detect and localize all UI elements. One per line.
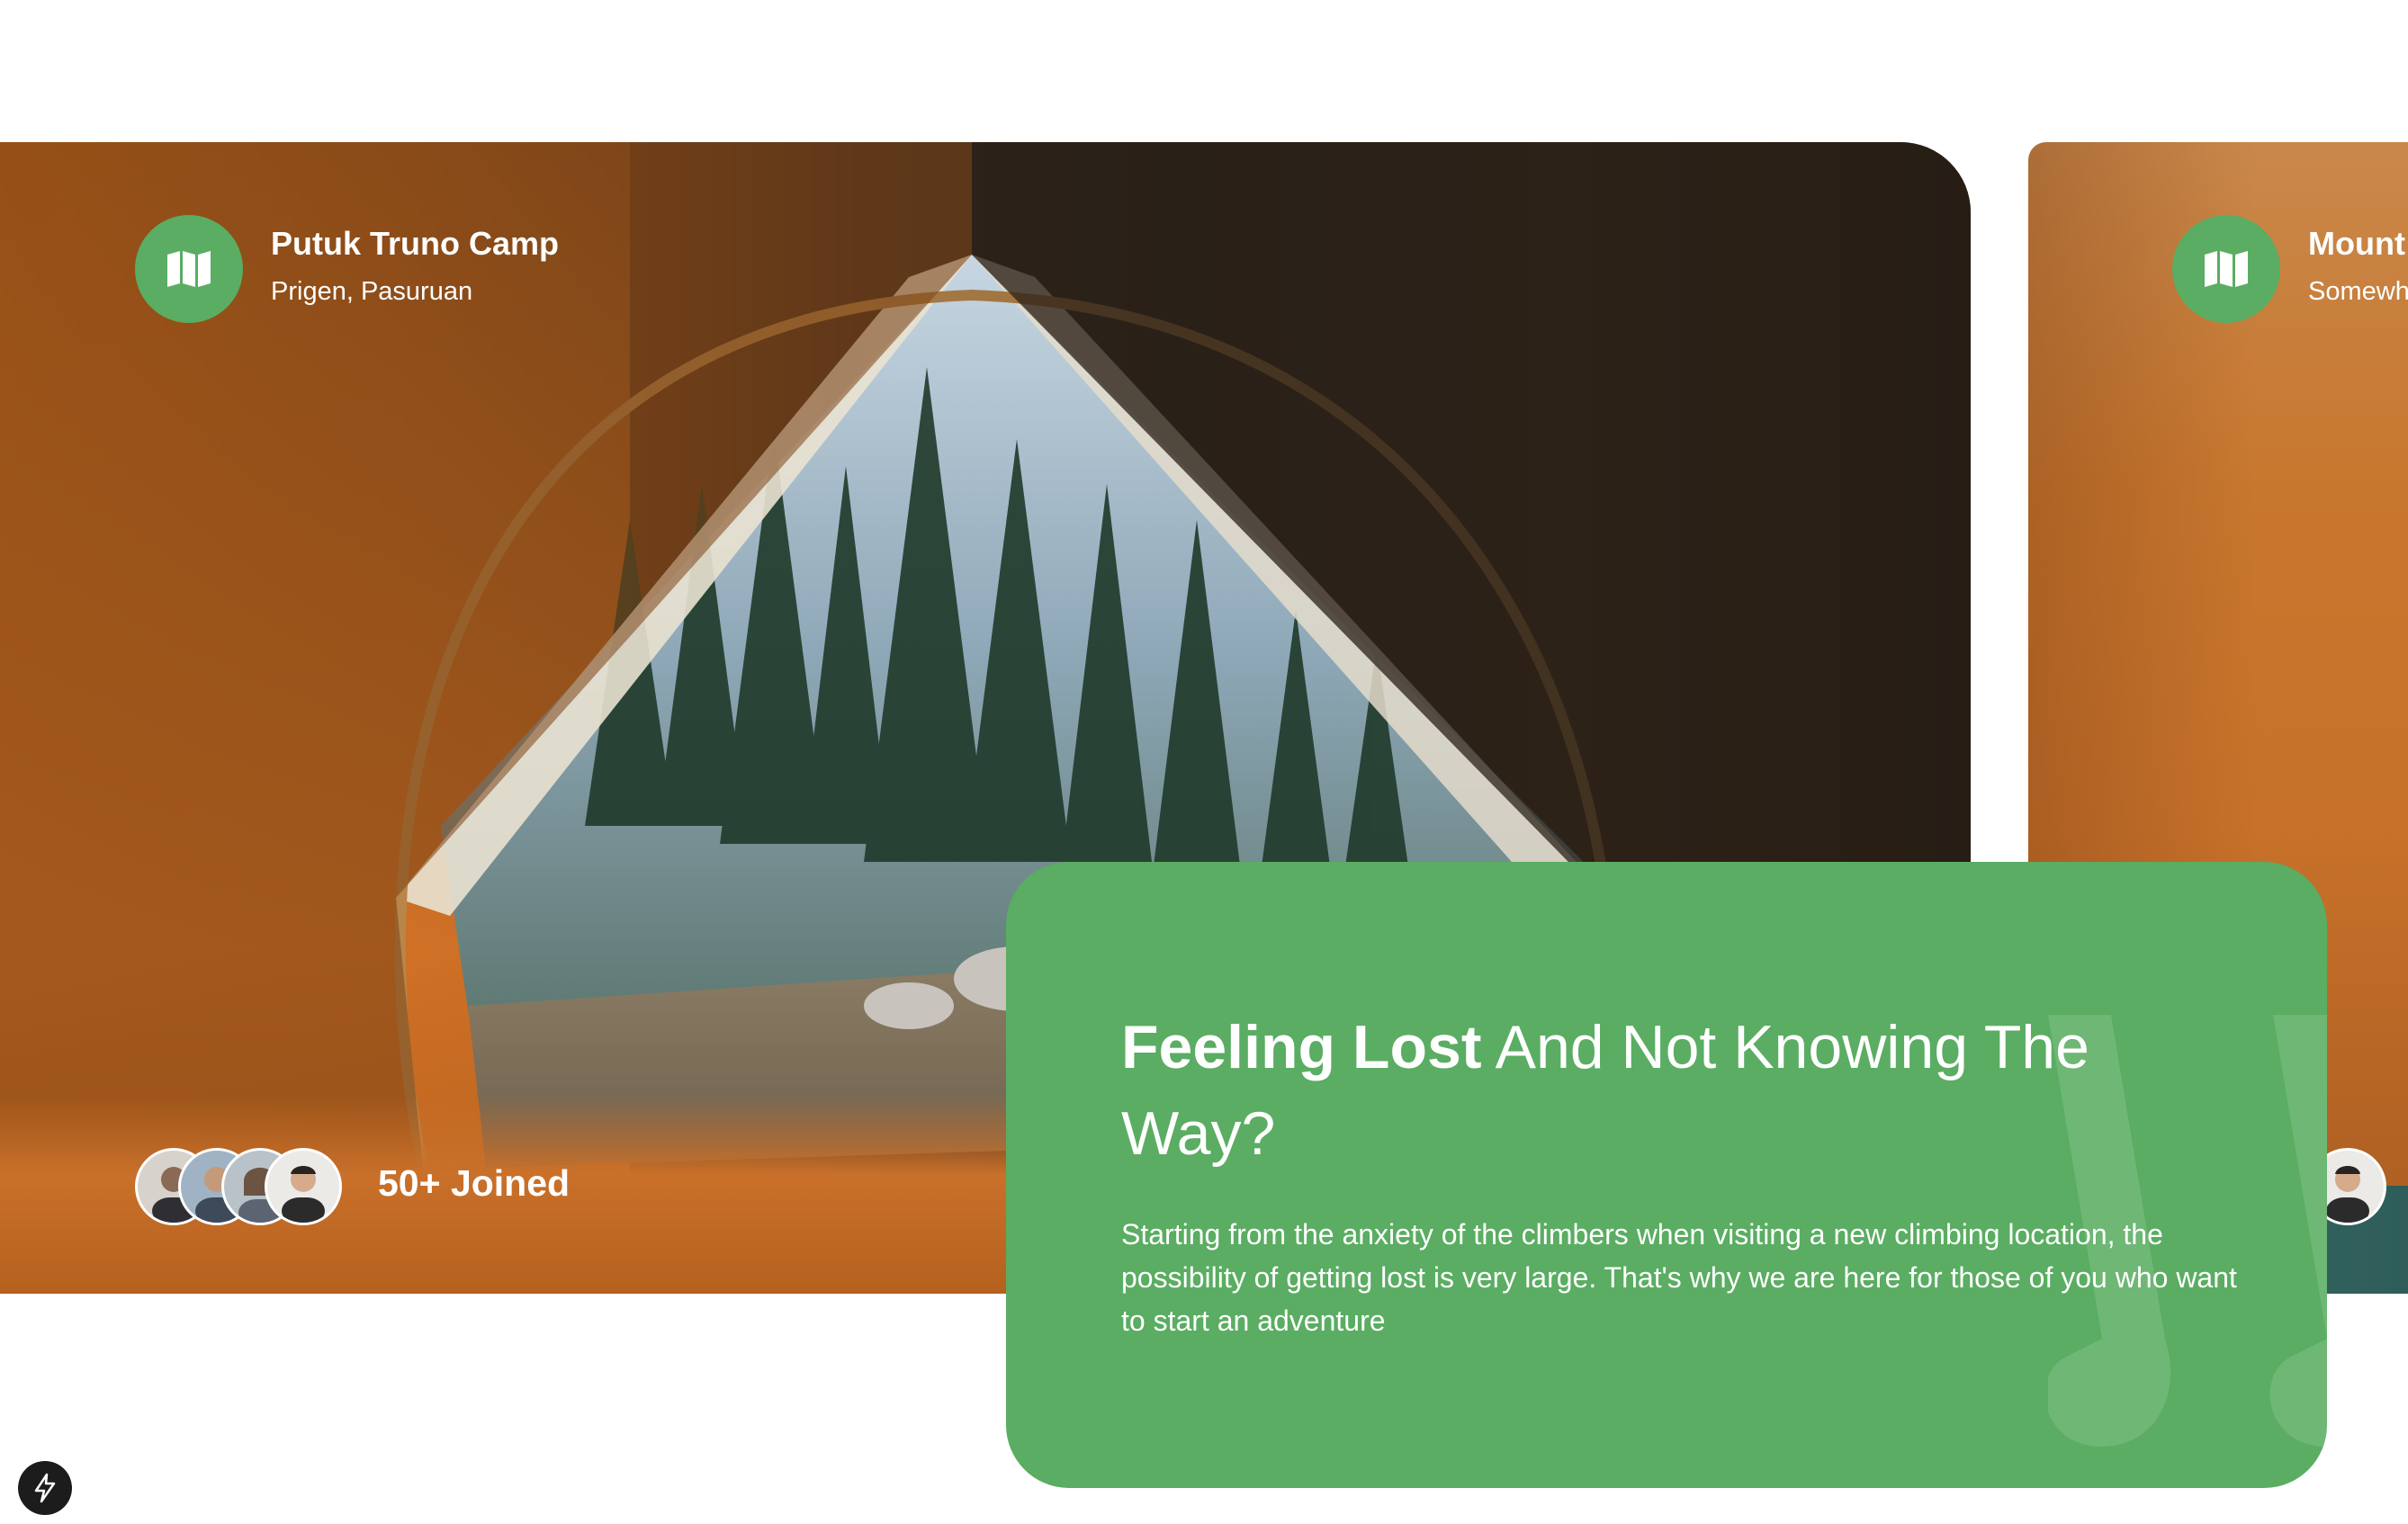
map-icon [135,215,243,323]
map-icon [2172,215,2280,323]
camp-title: Putuk Truno Camp [271,225,560,262]
camp-location: Prigen, Pasuruan [271,277,473,306]
quote-title-bold: Feeling Lost [1121,1013,1482,1081]
joined-avatars [135,1148,342,1225]
joined-count: 50+ Joined [378,1162,571,1204]
quote-title: Feeling Lost And Not Knowing The Way? [1121,1004,2183,1177]
avatar [265,1148,342,1225]
bolt-icon[interactable] [18,1461,72,1515]
quote-card: Feeling Lost And Not Knowing The Way? St… [1006,862,2327,1488]
page: Putuk Truno Camp Prigen, Pasuruan 50+ Jo… [0,0,2408,1524]
quote-body: Starting from the anxiety of the climber… [1121,1218,2237,1337]
camp-location: Somewh [2308,277,2408,306]
camp-title: Mount [2308,225,2405,262]
